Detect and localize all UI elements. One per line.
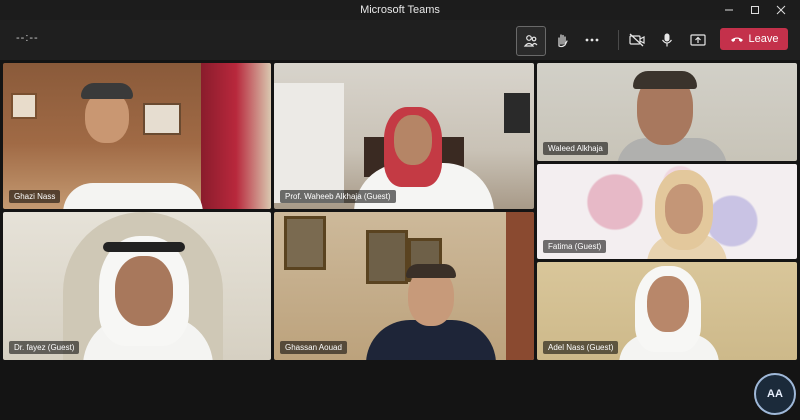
hair xyxy=(406,264,456,278)
self-avatar[interactable]: AA xyxy=(754,373,796,415)
microphone-icon xyxy=(662,33,672,47)
share-screen-button[interactable] xyxy=(684,26,712,54)
camera-off-icon xyxy=(629,33,645,47)
person-face xyxy=(394,115,432,165)
window-light xyxy=(274,83,344,203)
video-tile-ghassan-aouad[interactable]: Ghassan Aouad xyxy=(274,212,534,360)
toolbar-divider xyxy=(618,30,619,50)
wall-portrait xyxy=(366,230,408,284)
minimize-icon[interactable] xyxy=(716,0,742,20)
person-face xyxy=(647,276,689,332)
meeting-timer: --:-- xyxy=(16,32,39,44)
window-title: Microsoft Teams xyxy=(360,4,440,16)
self-initials: AA xyxy=(767,388,783,400)
share-screen-icon xyxy=(690,34,706,46)
more-actions-button[interactable] xyxy=(578,26,606,54)
participant-name: Ghazi Nass xyxy=(9,190,61,203)
video-tile-fatima[interactable]: Fatima (Guest) xyxy=(537,164,797,259)
video-tile-waheeb-alkhaja[interactable]: Prof. Waheeb Alkhaja (Guest) xyxy=(274,63,534,209)
hang-up-icon xyxy=(730,37,743,42)
close-icon[interactable] xyxy=(768,0,794,20)
flag xyxy=(506,212,534,360)
more-icon xyxy=(585,38,599,42)
wall-frame xyxy=(143,103,181,135)
tv-screen xyxy=(504,93,530,133)
raise-hand-button[interactable] xyxy=(548,26,576,54)
hair xyxy=(633,71,697,89)
video-tile-ghazi-nass[interactable]: Ghazi Nass xyxy=(3,63,271,209)
microphone-toggle-button[interactable] xyxy=(653,26,681,54)
participant-name: Dr. fayez (Guest) xyxy=(9,341,80,354)
cap xyxy=(81,83,133,99)
title-bar: Microsoft Teams xyxy=(0,0,800,20)
wall-portrait xyxy=(284,216,326,270)
participant-name: Prof. Waheeb Alkhaja (Guest) xyxy=(280,190,396,203)
participants-button[interactable] xyxy=(516,26,546,56)
participant-name: Adel Nass (Guest) xyxy=(543,341,619,354)
leave-label: Leave xyxy=(748,33,779,45)
wall-frame xyxy=(11,93,37,119)
window-controls xyxy=(716,0,794,20)
participant-name: Ghassan Aouad xyxy=(280,341,347,354)
camera-toggle-button[interactable] xyxy=(623,26,651,54)
participant-name: Fatima (Guest) xyxy=(543,240,607,253)
video-tile-adel-nass[interactable]: Adel Nass (Guest) xyxy=(537,262,797,360)
person-shoulders xyxy=(63,183,203,209)
maximize-icon[interactable] xyxy=(742,0,768,20)
agal xyxy=(103,242,185,252)
hand-icon xyxy=(558,34,568,48)
participant-name: Waleed Alkhaja xyxy=(543,142,608,155)
people-icon xyxy=(523,35,538,47)
video-tile-dr-fayez[interactable]: Dr. fayez (Guest) xyxy=(3,212,271,360)
person-face xyxy=(115,256,173,326)
curtain xyxy=(201,63,271,209)
person-face xyxy=(665,184,703,234)
leave-button[interactable]: Leave xyxy=(720,28,788,50)
meeting-toolbar: --:-- Leave xyxy=(0,20,800,60)
video-tile-waleed-alkhaja[interactable]: Waleed Alkhaja xyxy=(537,63,797,161)
